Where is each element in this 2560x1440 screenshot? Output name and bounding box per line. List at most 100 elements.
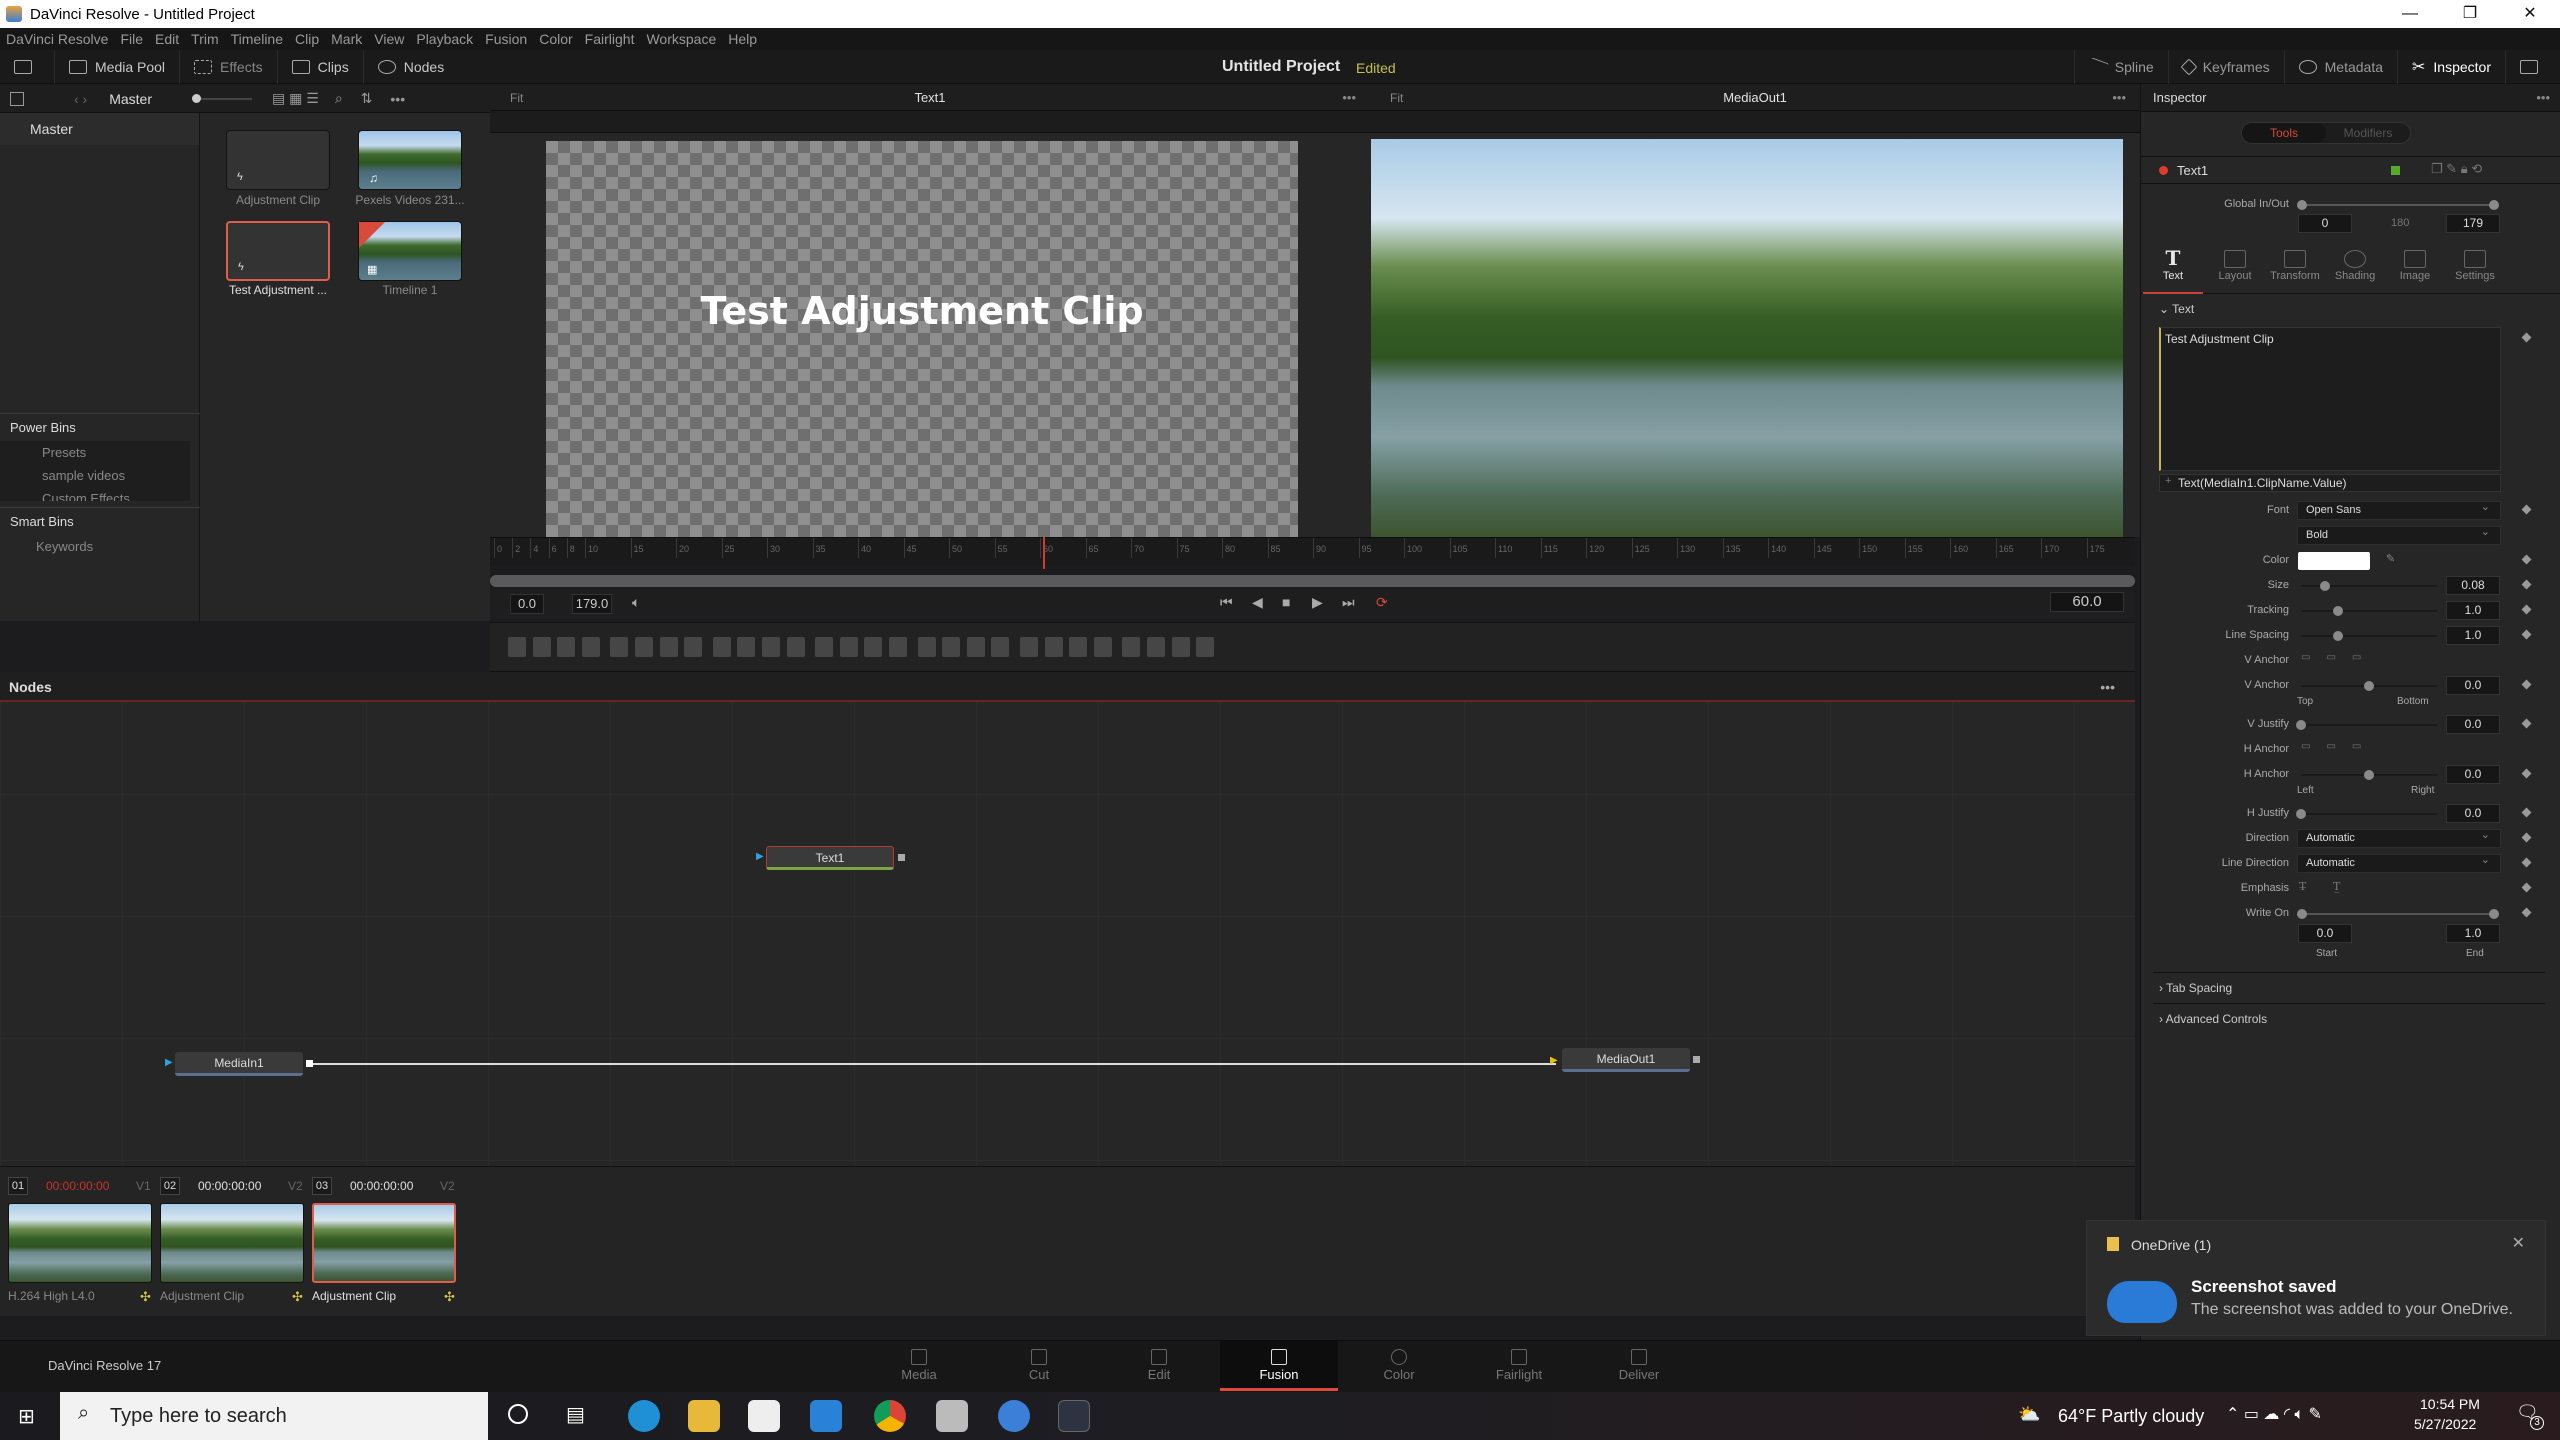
- modifiers-tab[interactable]: Modifiers: [2326, 123, 2410, 143]
- sidebar-toggle-icon[interactable]: [10, 91, 24, 106]
- metadata-button[interactable]: Metadata: [2283, 50, 2397, 84]
- audio-icon[interactable]: 🔈︎: [632, 594, 640, 611]
- spline-button[interactable]: Spline: [2073, 50, 2168, 84]
- time-ruler[interactable]: 0 2 4 6 8 10 15 20 25 30 35 40 45 50 55 60 65 70 75 80 85 90 9…: [490, 537, 2135, 565]
- clip-thumbnail-test-adjustment[interactable]: ϟ: [226, 221, 330, 281]
- node-header-icons[interactable]: ❐ ✎ 🔒︎ ⟲: [2431, 161, 2482, 177]
- menu-workspace[interactable]: Workspace: [646, 31, 716, 47]
- slider-value[interactable]: 1.0: [2446, 601, 2500, 620]
- brightness-contrast-tool-icon[interactable]: [684, 637, 703, 657]
- clip-thumbnail-pexels[interactable]: ♫: [358, 130, 462, 190]
- bin-item-keywords[interactable]: Keywords: [0, 535, 200, 558]
- page-media[interactable]: Media: [860, 1341, 978, 1391]
- output-port[interactable]: [1693, 1056, 1700, 1063]
- timeline-clip-3[interactable]: [312, 1203, 456, 1283]
- line-direction-dropdown[interactable]: Automatic: [2297, 852, 2501, 873]
- color-curves-tool-icon[interactable]: [635, 637, 653, 657]
- clip-thumbnail-adjustment[interactable]: ϟ: [226, 130, 330, 190]
- v-justify-value[interactable]: 0.0: [2446, 715, 2500, 734]
- go-to-start-button[interactable]: ⏮: [1220, 594, 1233, 611]
- keyframes-button[interactable]: Keyframes: [2167, 50, 2284, 84]
- input-arrow-icon[interactable]: ▶: [1550, 1055, 1558, 1066]
- store-icon[interactable]: [748, 1400, 780, 1432]
- close-button[interactable]: ✕: [2500, 0, 2560, 28]
- taskbar-search-input[interactable]: Type here to search: [60, 1392, 488, 1440]
- menu-davinci[interactable]: DaVinci Resolve: [6, 31, 108, 47]
- output-port[interactable]: [306, 1060, 313, 1067]
- write-on-slider[interactable]: [2297, 909, 2499, 919]
- page-fusion[interactable]: Fusion: [1220, 1341, 1338, 1391]
- keyframe-icon[interactable]: [2521, 332, 2532, 343]
- bin-item-presets[interactable]: Presets: [0, 441, 190, 464]
- go-to-end-button[interactable]: ⏭: [1342, 594, 1355, 611]
- keyframe-icon[interactable]: [2521, 504, 2532, 515]
- menu-clip[interactable]: Clip: [295, 31, 319, 47]
- qbittorrent-icon[interactable]: [998, 1400, 1030, 1432]
- h-anchor-value[interactable]: 0.0: [2446, 765, 2500, 784]
- timeline-clip-2[interactable]: [160, 1203, 304, 1283]
- more-options-icon[interactable]: •••: [1342, 90, 1356, 105]
- styled-text-input[interactable]: Test Adjustment Clip: [2159, 327, 2501, 471]
- node-mediaout1[interactable]: MediaOut1: [1562, 1048, 1690, 1072]
- node-editor[interactable]: Nodes ••• Text1 ▶ MediaIn1 ▶ ▶ MediaOut1: [0, 672, 2135, 1166]
- particle-pmerge-tool-icon[interactable]: [1020, 637, 1038, 657]
- tab-image[interactable]: Image: [2385, 244, 2445, 282]
- zoom-fit-dropdown[interactable]: Fit: [510, 91, 523, 105]
- clips-button[interactable]: Clips: [278, 49, 364, 84]
- workspace-toggle-button[interactable]: [0, 49, 55, 84]
- slider-knob[interactable]: [2489, 909, 2499, 919]
- v-anchor-slider[interactable]: [2301, 681, 2437, 691]
- matte-tool-icon[interactable]: [712, 637, 731, 657]
- bin-master[interactable]: Master: [0, 113, 199, 145]
- clock-time[interactable]: 10:54 PM: [2420, 1396, 2480, 1412]
- resize-tool-icon[interactable]: [815, 637, 834, 657]
- renderer3d-tool-icon[interactable]: [1122, 637, 1141, 657]
- underline-icon[interactable]: T̲: [2333, 880, 2340, 893]
- keyframe-icon[interactable]: [2521, 768, 2532, 779]
- bin-item-sample-videos[interactable]: sample videos: [0, 464, 190, 487]
- keyframe-icon[interactable]: [2521, 882, 2532, 893]
- h-justify-slider[interactable]: [2296, 809, 2437, 819]
- task-view-icon[interactable]: ▤: [566, 1402, 585, 1427]
- polygon-tool-icon[interactable]: [917, 637, 936, 657]
- menu-fusion[interactable]: Fusion: [485, 31, 527, 47]
- global-in-field[interactable]: 0: [2298, 214, 2352, 233]
- windows-start-icon[interactable]: ⊞: [18, 1404, 35, 1429]
- global-in-out-slider[interactable]: [2297, 200, 2499, 210]
- menu-help[interactable]: Help: [728, 31, 757, 47]
- transform-tool-icon[interactable]: [839, 637, 858, 657]
- keyframe-icon[interactable]: [2521, 629, 2532, 640]
- slider-knob[interactable]: [2296, 809, 2306, 819]
- slider-value[interactable]: 1.0: [2446, 626, 2500, 645]
- menu-playback[interactable]: Playback: [416, 31, 473, 47]
- slider-value[interactable]: 0.08: [2446, 576, 2500, 595]
- slider-knob[interactable]: [2297, 909, 2307, 919]
- keyframe-icon[interactable]: [2521, 857, 2532, 868]
- onedrive-notification[interactable]: OneDrive (1) ✕ Screenshot saved The scre…: [2086, 1220, 2546, 1336]
- cortana-icon[interactable]: [508, 1404, 528, 1424]
- clock-date[interactable]: 5/27/2022: [2414, 1416, 2476, 1432]
- tab-text[interactable]: T Text: [2143, 244, 2203, 294]
- v-justify-slider[interactable]: [2296, 720, 2437, 730]
- expression-field[interactable]: Text(MediaIn1.ClipName.Value): [2159, 474, 2501, 492]
- direction-dropdown[interactable]: Automatic: [2297, 827, 2501, 848]
- zoom-fit-dropdown[interactable]: Fit: [1390, 91, 1403, 105]
- viewer-canvas[interactable]: Test Adjustment Clip: [546, 141, 1298, 537]
- h-anchor-buttons[interactable]: ▭▭▭: [2301, 741, 2377, 752]
- tab-settings[interactable]: Settings: [2445, 244, 2505, 282]
- menu-file[interactable]: File: [120, 31, 143, 47]
- fast-noise-tool-icon[interactable]: [532, 637, 551, 657]
- minimize-button[interactable]: —: [2380, 0, 2440, 28]
- v-anchor-buttons[interactable]: ▭▭▭: [2301, 652, 2377, 663]
- camera3d-tool-icon[interactable]: [1147, 637, 1165, 657]
- global-out-field[interactable]: 179: [2446, 214, 2500, 233]
- tools-tab[interactable]: Tools: [2242, 123, 2326, 143]
- h-justify-value[interactable]: 0.0: [2446, 804, 2500, 823]
- keyframe-icon[interactable]: [2521, 718, 2532, 729]
- play-reverse-button[interactable]: ◀: [1252, 594, 1263, 611]
- fullscreen-button[interactable]: [2505, 50, 2560, 84]
- font-family-dropdown[interactable]: Open Sans: [2297, 499, 2501, 520]
- tab-transform[interactable]: Transform: [2265, 244, 2325, 282]
- node-enable-toggle[interactable]: [2159, 166, 2168, 175]
- timeline-clip-1[interactable]: [8, 1203, 152, 1283]
